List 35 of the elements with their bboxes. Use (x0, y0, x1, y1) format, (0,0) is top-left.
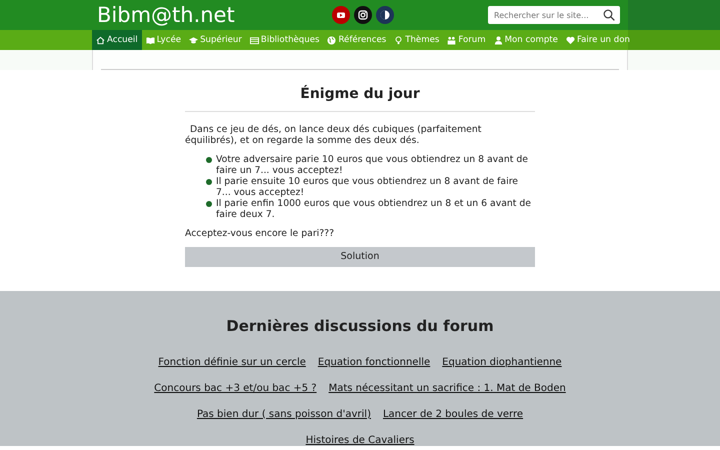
discussion-link[interactable]: Pas bien dur ( sans poisson d'avril) (196, 406, 371, 422)
bullet-icon (206, 178, 212, 185)
site-logo[interactable]: Bibm@th.net (92, 0, 235, 30)
globe-icon (327, 36, 336, 44)
book-icon (146, 36, 155, 44)
search-icon[interactable] (603, 9, 615, 21)
list-item: Il parie ensuite 10 euros que vous obtiendrez un 8 avant de faire 7... vous acceptez! (216, 176, 520, 198)
youtube-icon[interactable] (332, 6, 350, 24)
discussion-link[interactable]: Mats nécessitant un sacrifice : 1. Mat de Boden (328, 380, 566, 396)
section-title: Dernières discussions du forum (225, 316, 495, 335)
list-item: Votre adversaire parie 10 euros que vous obtiendrez un 8 avant de faire un 7... vous acceptez! (216, 154, 529, 176)
discussion-link[interactable]: Concours bac +3 et/ou bac +5 ? (154, 380, 317, 396)
people-icon (447, 36, 456, 44)
list-item: Il parie enfin 1000 euros que vous obtiendrez un 8 et un 6 avant de faire deux 7. (216, 198, 532, 220)
heart-icon (566, 36, 575, 44)
discussion-link[interactable]: Equation fonctionnelle (318, 354, 430, 370)
search-field[interactable]: Rechercher sur le site... (488, 6, 620, 24)
paragraph: Dans ce jeu de dés, on lance deux dés cubiques (parfaitement équilibrés), et on regarde la somme des deux dés. (185, 124, 482, 146)
bullet-icon (206, 156, 212, 163)
instagram-icon[interactable] (354, 6, 372, 24)
discussion-link[interactable]: Fonction définie sur un cercle (158, 354, 306, 370)
half-circle-icon[interactable] (376, 6, 394, 24)
nav-link[interactable]: Accueil (92, 30, 142, 50)
lightbulb-icon (394, 36, 404, 44)
section-title: Énigme du jour (299, 86, 421, 103)
discussion-link[interactable]: Equation diophantienne (442, 354, 562, 370)
user-icon (494, 36, 503, 44)
solution-button[interactable]: Solution (185, 246, 535, 267)
bullet-icon (206, 200, 212, 207)
paragraph: Acceptez-vous encore le pari??? (185, 228, 336, 239)
discussion-link[interactable]: Histoires de Cavaliers (306, 432, 414, 446)
house-icon (96, 36, 105, 44)
books-icon (250, 36, 259, 44)
discussion-link[interactable]: Lancer de 2 boules de verre (382, 406, 524, 422)
graduation-cap-icon (189, 36, 198, 44)
